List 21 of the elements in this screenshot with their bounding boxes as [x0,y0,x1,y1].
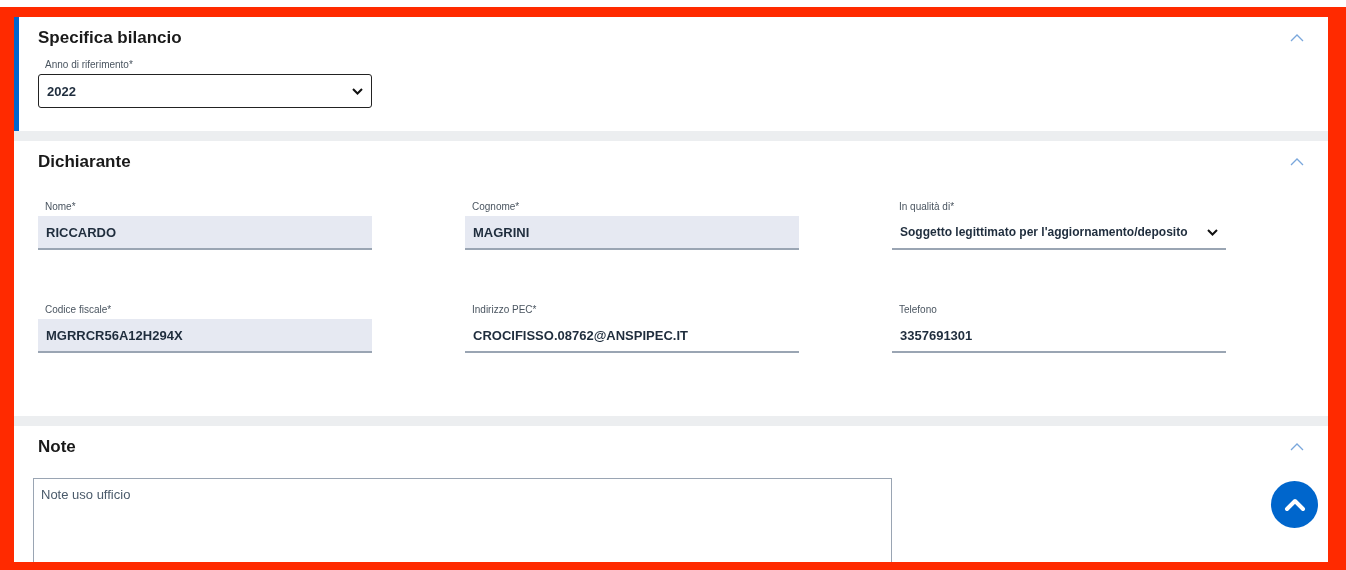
caret-icon [1207,228,1218,236]
caret-icon [352,87,363,95]
chevron-up-icon [1283,497,1306,512]
chevron-up-icon[interactable] [1290,443,1304,451]
input-field[interactable]: MGRRCR56A12H294X [38,319,372,353]
field-label: Anno di riferimento* [45,59,134,71]
chevron-up-icon[interactable] [1290,158,1304,166]
field-label: Indirizzo PEC* [472,304,538,316]
field-label: Nome* [45,201,77,213]
section-title: Dichiarante [38,151,131,173]
section-title: Specifica bilancio [38,27,182,49]
field-label: Codice fiscale* [45,304,113,316]
field-label: Telefono [899,304,938,316]
input-field[interactable]: RICCARDO [38,216,372,250]
input-field[interactable]: MAGRINI [465,216,799,250]
field-label: In qualità di* [899,201,956,213]
field-label: Cognome* [472,201,521,213]
notes-field[interactable]: Note uso ufficio [33,478,892,562]
chevron-up-icon[interactable] [1290,34,1304,42]
section-title: Note [38,436,76,458]
select-field[interactable]: 2022 [38,74,372,108]
